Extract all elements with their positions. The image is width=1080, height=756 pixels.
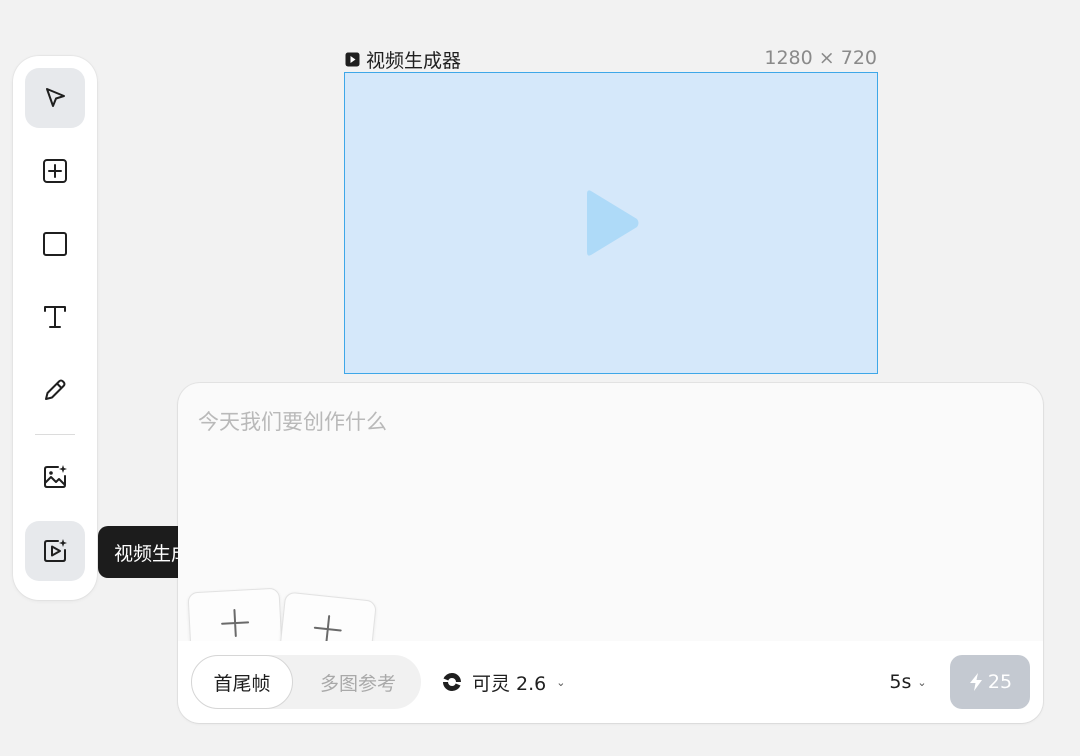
rectangle-tool-button[interactable] xyxy=(25,214,85,274)
select-tool-button[interactable] xyxy=(25,68,85,128)
duration-value: 5s xyxy=(889,671,912,693)
text-tool-button[interactable] xyxy=(25,287,85,347)
model-name: 可灵 2.6 xyxy=(472,672,547,695)
video-frame[interactable] xyxy=(344,72,878,374)
prompt-bottom-bar: 首尾帧 多图参考 可灵 2.6 ⌄ 5s ⌄ 25 xyxy=(178,641,1043,723)
lightning-icon xyxy=(969,673,982,691)
chevron-down-icon: ⌄ xyxy=(556,675,566,689)
cursor-arrow-icon xyxy=(46,88,65,107)
plus-square-icon xyxy=(43,159,67,183)
prompt-input[interactable] xyxy=(198,407,1018,437)
image-sparkle-icon xyxy=(44,465,67,488)
multi-image-reference-tab[interactable]: 多图参考 xyxy=(301,655,415,709)
image-generator-button[interactable] xyxy=(25,447,85,507)
frame-label-text: 视频生成器 xyxy=(366,49,462,72)
canvas-workspace[interactable]: 视频生成器 视频生成器 1280 × 720 首尾帧 xyxy=(0,0,1080,756)
model-selector[interactable]: 可灵 2.6 ⌄ xyxy=(440,655,565,709)
pen-tool-button[interactable] xyxy=(25,360,85,420)
text-icon xyxy=(44,306,66,328)
video-sparkle-icon xyxy=(44,539,67,562)
add-frame-button[interactable] xyxy=(25,141,85,201)
frame-label[interactable]: 视频生成器 xyxy=(345,47,462,72)
mode-toggle: 首尾帧 多图参考 xyxy=(191,655,421,709)
credit-cost: 25 xyxy=(987,671,1013,693)
generate-button[interactable]: 25 xyxy=(950,655,1030,709)
duration-selector[interactable]: 5s ⌄ xyxy=(878,655,938,709)
chevron-down-icon: ⌄ xyxy=(917,675,927,689)
plus-icon xyxy=(221,609,250,638)
frame-size: 1280 × 720 xyxy=(764,47,877,69)
kling-logo-icon xyxy=(443,672,461,692)
pencil-icon xyxy=(45,379,66,400)
play-icon xyxy=(587,190,639,256)
prompt-panel: 首尾帧 多图参考 可灵 2.6 ⌄ 5s ⌄ xyxy=(178,383,1043,723)
square-icon xyxy=(43,232,67,256)
toolbar-divider xyxy=(35,434,75,435)
play-square-icon xyxy=(345,52,360,66)
first-last-frame-tab[interactable]: 首尾帧 xyxy=(191,655,293,709)
left-toolbar xyxy=(13,56,97,600)
video-generator-button[interactable] xyxy=(25,521,85,581)
